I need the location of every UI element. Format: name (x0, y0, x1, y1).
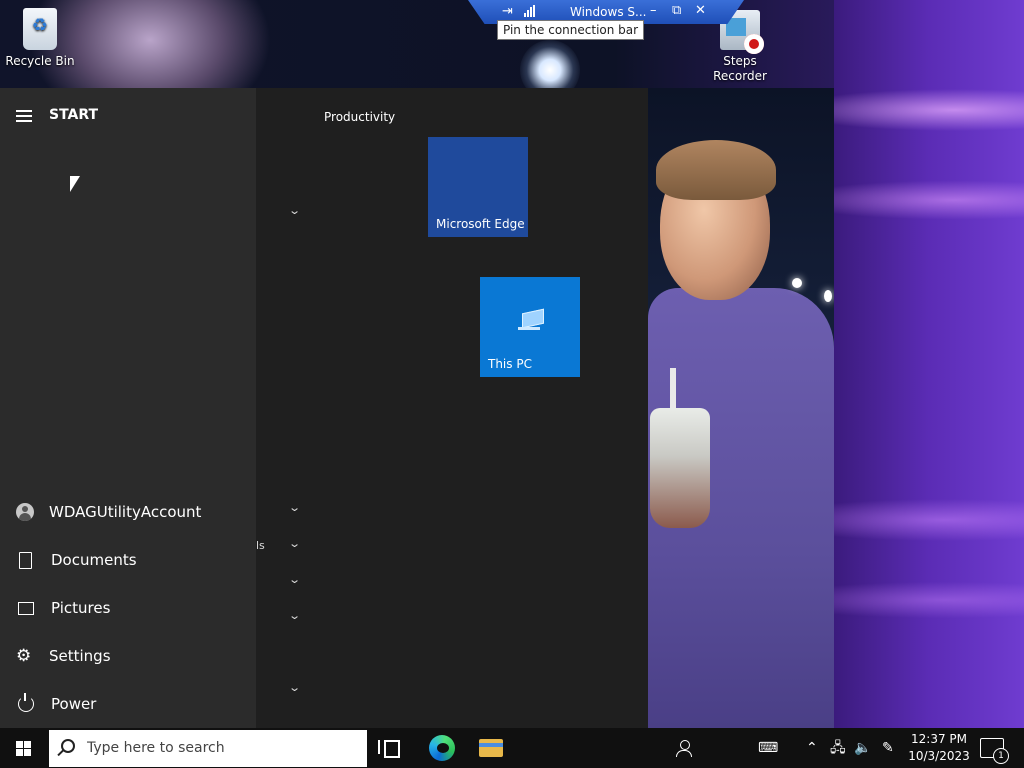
chevron-down-icon[interactable]: ⌄ (288, 501, 301, 514)
chevron-down-icon[interactable]: ⌄ (288, 537, 301, 550)
search-input[interactable] (87, 736, 357, 760)
clock-time: 12:37 PM (911, 732, 967, 746)
search-icon (61, 739, 75, 753)
close-button[interactable]: ✕ (695, 3, 706, 18)
edge-taskbar-button[interactable] (420, 728, 464, 768)
start-item-documents[interactable]: Documents (0, 538, 256, 582)
taskbar-search-box[interactable] (49, 730, 367, 767)
desktop-icon-recycle-bin[interactable]: Recycle Bin (2, 8, 78, 69)
gear-icon: ⚙ (16, 646, 32, 666)
mouse-cursor (70, 176, 80, 192)
start-item-power[interactable]: Power (0, 682, 256, 726)
desktop-icon-label: Recycle Bin (5, 54, 75, 68)
pin-icon[interactable]: ⇥ (502, 4, 513, 19)
tile-group-label: Productivity (324, 110, 396, 124)
windows-logo-icon (16, 741, 32, 756)
pin-tooltip: Pin the connection bar (497, 20, 645, 40)
volume-icon[interactable]: 🔈 (854, 728, 871, 768)
start-title: START (49, 107, 99, 123)
signal-icon (524, 5, 536, 17)
menu-item-label: WDAGUtilityAccount (49, 503, 202, 521)
pen-icon[interactable]: ✎ (882, 728, 894, 768)
chevron-down-icon[interactable]: ⌄ (288, 204, 301, 217)
power-icon (18, 693, 34, 712)
file-explorer-taskbar-button[interactable] (469, 728, 513, 768)
hamburger-icon[interactable] (16, 110, 34, 122)
menu-item-label: Settings (49, 647, 111, 665)
document-icon (19, 551, 32, 569)
app-list-partial-text: ls (256, 539, 265, 552)
wallpaper-swirl (834, 0, 1024, 728)
tile-this-pc[interactable]: This PC (480, 277, 580, 377)
start-item-pictures[interactable]: Pictures (0, 586, 256, 630)
chevron-down-icon[interactable]: ⌄ (288, 681, 301, 694)
start-item-settings[interactable]: ⚙ Settings (0, 634, 256, 678)
chevron-down-icon[interactable]: ⌄ (288, 573, 301, 586)
chevron-up-icon[interactable]: ⌃ (806, 728, 818, 768)
taskbar-clock[interactable]: 12:37 PM 10/3/2023 (906, 731, 972, 765)
start-user-account[interactable]: WDAGUtilityAccount (0, 490, 256, 534)
start-menu-sidebar: START WDAGUtilityAccount Documents Pictu… (0, 88, 256, 728)
tile-label: Microsoft Edge (436, 217, 525, 231)
start-app-list (256, 88, 320, 728)
menu-item-label: Power (51, 695, 97, 713)
people-button[interactable] (664, 728, 708, 768)
picture-icon (18, 601, 34, 615)
clock-date: 10/3/2023 (908, 749, 970, 763)
this-pc-icon (518, 311, 544, 331)
minimize-button[interactable]: – (650, 3, 657, 18)
user-avatar-icon (16, 503, 34, 521)
chevron-down-icon[interactable]: ⌄ (288, 609, 301, 622)
restore-button[interactable]: ⧉ (672, 3, 681, 18)
tile-label: This PC (488, 357, 532, 371)
start-button[interactable] (0, 728, 48, 768)
keyboard-icon[interactable]: ⌨ (758, 728, 778, 768)
connection-bar-title: Windows S... (570, 5, 647, 19)
network-icon[interactable]: 🖧 (830, 728, 846, 768)
task-view-button[interactable] (370, 728, 414, 768)
desktop-icon-label: Steps Recorder (713, 54, 767, 83)
tile-microsoft-edge[interactable]: Microsoft Edge (428, 137, 528, 237)
notification-badge: 1 (993, 748, 1009, 764)
wallpaper-photo (648, 88, 834, 728)
menu-item-label: Documents (51, 551, 137, 569)
menu-item-label: Pictures (51, 599, 111, 617)
recycle-bin-icon (23, 8, 57, 50)
